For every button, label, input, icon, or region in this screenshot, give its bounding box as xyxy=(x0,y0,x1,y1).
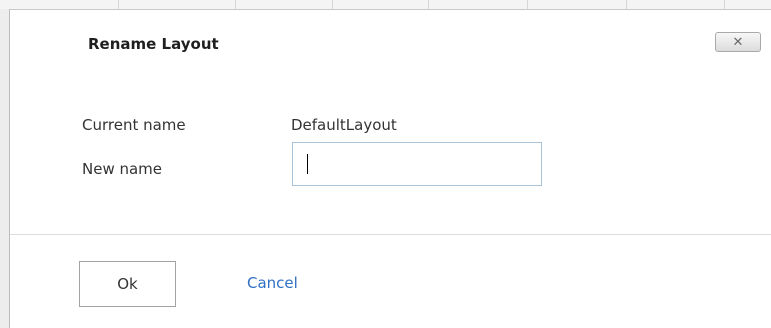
grid-line xyxy=(527,0,528,9)
page: Rename Layout ✕ Current name DefaultLayo… xyxy=(0,0,771,328)
dialog-header: Rename Layout ✕ xyxy=(10,10,771,78)
current-name-label: Current name xyxy=(82,116,186,134)
dialog-footer: Ok Cancel xyxy=(10,234,771,328)
dialog-body: Current name DefaultLayout New name xyxy=(10,78,771,234)
grid-line xyxy=(626,0,627,9)
dialog-title: Rename Layout xyxy=(88,35,219,53)
new-name-label: New name xyxy=(82,160,163,178)
grid-line xyxy=(428,0,429,9)
current-name-value: DefaultLayout xyxy=(291,116,397,134)
grid-line xyxy=(724,0,725,9)
cancel-link[interactable]: Cancel xyxy=(247,274,298,292)
grid-line xyxy=(118,0,119,9)
text-cursor xyxy=(307,154,308,174)
backdrop-grid xyxy=(0,0,771,9)
rename-layout-dialog: Rename Layout ✕ Current name DefaultLayo… xyxy=(10,9,771,328)
new-name-input[interactable] xyxy=(292,142,542,186)
grid-line xyxy=(332,0,333,9)
backdrop-edge xyxy=(0,9,10,328)
close-icon: ✕ xyxy=(732,34,744,50)
close-button[interactable]: ✕ xyxy=(715,32,761,52)
ok-button[interactable]: Ok xyxy=(79,261,176,307)
grid-line xyxy=(235,0,236,9)
